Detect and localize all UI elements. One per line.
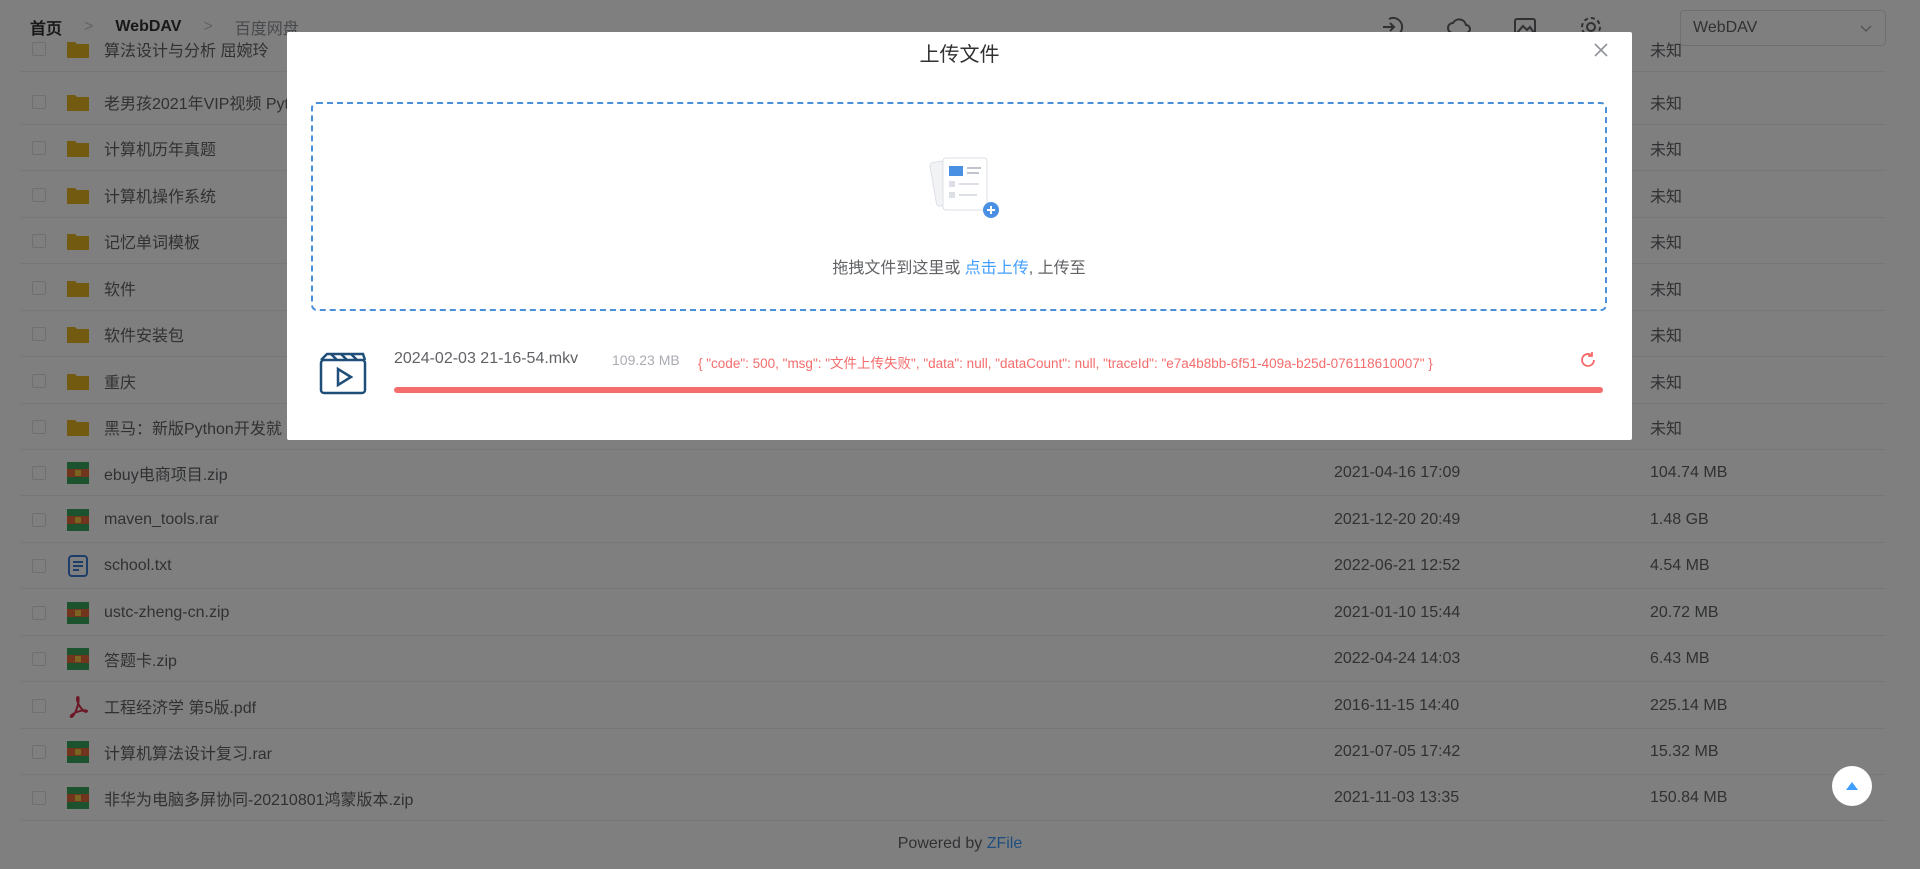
dropzone-text: 拖拽文件到这里或 点击上传, 上传至 (313, 254, 1605, 278)
retry-icon[interactable] (1579, 351, 1597, 369)
click-upload-link[interactable]: 点击上传 (965, 260, 1029, 277)
upload-item: 2024-02-03 21-16-54.mkv 109.23 MB { "cod… (317, 347, 1607, 422)
upload-filename: 2024-02-03 21-16-54.mkv (394, 350, 579, 367)
video-file-icon (319, 352, 367, 395)
drop-text-before: 拖拽文件到这里或 (832, 260, 965, 277)
back-to-top-button[interactable] (1832, 766, 1872, 806)
upload-dropzone[interactable]: 拖拽文件到这里或 点击上传, 上传至 (311, 102, 1607, 311)
drop-text-after: , 上传至 (1028, 260, 1086, 277)
dialog-title: 上传文件 (919, 44, 1000, 66)
upload-files-icon (929, 157, 999, 218)
upload-dialog: 上传文件 拖拽文件到这里或 点击上传, 上传至 2024-02-03 21-16… (287, 32, 1632, 440)
upload-filesize: 109.23 MB (612, 352, 680, 368)
caret-up-icon (1846, 782, 1858, 790)
upload-error-message: { "code": 500, "msg": "文件上传失败", "data": … (698, 356, 1433, 371)
close-icon[interactable] (1591, 40, 1611, 60)
upload-progress-bar (394, 387, 1603, 393)
